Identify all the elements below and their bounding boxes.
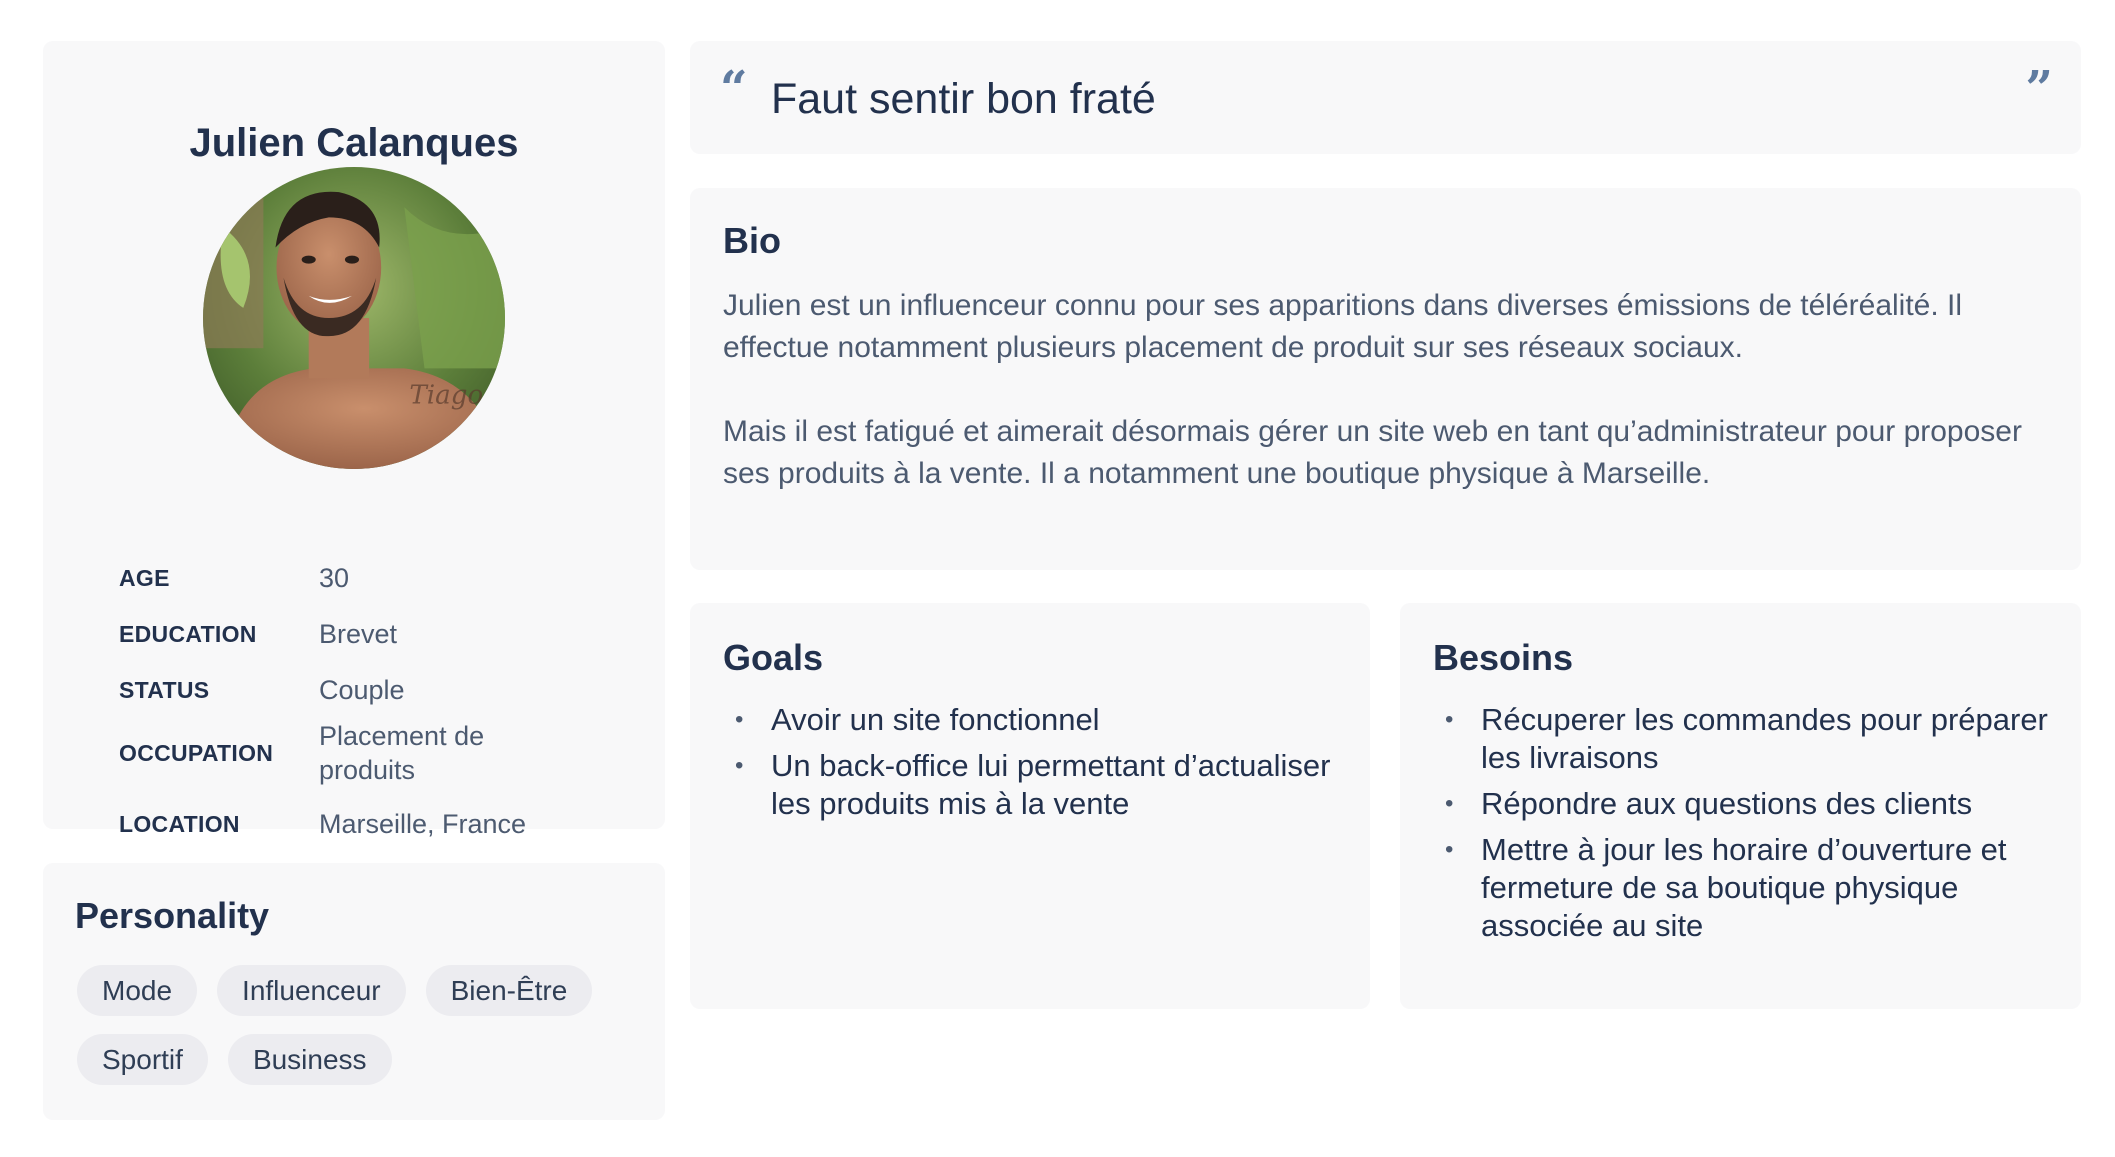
personality-card: Personality Mode Influenceur Bien-Être S… <box>43 863 665 1120</box>
bullet-icon: • <box>1445 706 1454 733</box>
personality-tag: Business <box>227 1034 392 1085</box>
bullet-icon: • <box>1445 836 1454 863</box>
info-key: EDUCATION <box>119 620 257 647</box>
bio-paragraph: Julien est un influenceur connu pour ses… <box>723 289 1963 364</box>
needs-title: Besoins <box>1433 637 1574 678</box>
info-key: AGE <box>119 564 170 591</box>
list-item-text: Avoir un site fonctionnel <box>771 702 1100 737</box>
bio-paragraph: Mais il est fatigué et aimerait désormai… <box>723 415 2022 490</box>
info-value: Marseille, France <box>319 809 527 839</box>
info-key: STATUS <box>119 676 210 703</box>
list-item-text: Mettre à jour les horaire d’ouverture et… <box>1481 832 2007 943</box>
needs-list: • Récuperer les commandes pour préparer l… <box>1445 701 2061 953</box>
info-key: OCCUPATION <box>119 739 274 766</box>
info-value: Couple <box>319 675 405 705</box>
info-key: LOCATION <box>119 810 240 837</box>
list-item: • Répondre aux questions des clients <box>1445 785 2061 823</box>
personality-tags: Mode Influenceur Bien-Être Sportif Busin… <box>77 965 637 1085</box>
bullet-icon: • <box>1445 790 1454 817</box>
quote-open-icon: “ <box>720 61 748 117</box>
profile-name: Julien Calanques <box>189 121 519 165</box>
info-row-education: EDUCATION Brevet <box>119 617 639 651</box>
bio-title: Bio <box>723 220 781 261</box>
info-value: Placement de produits <box>319 721 485 785</box>
bio-text: Julien est un influenceur connu pour ses… <box>723 285 2063 537</box>
goals-title: Goals <box>723 637 824 678</box>
quote-card: “ Faut sentir bon fraté ” <box>690 41 2081 154</box>
list-item: • Mettre à jour les horaire d’ouverture e… <box>1445 831 2061 945</box>
list-item: • Un back-office lui permettant d’actuali… <box>735 747 1350 823</box>
personality-tag: Influenceur <box>217 965 406 1016</box>
avatar: Tiago <box>203 167 505 469</box>
bullet-icon: • <box>735 752 744 779</box>
personality-tag: Mode <box>77 965 198 1016</box>
bullet-icon: • <box>735 706 744 733</box>
profile-card: Julien Calanques Tiago AGE 30 EDUCATION … <box>43 41 665 839</box>
personality-tag: Sportif <box>77 1034 208 1085</box>
list-item-text: Répondre aux questions des clients <box>1481 786 1973 821</box>
info-value: Brevet <box>319 619 398 649</box>
personality-title: Personality <box>75 895 270 936</box>
list-item: • Avoir un site fonctionnel <box>735 701 1350 739</box>
quote-text: Faut sentir bon fraté <box>771 75 1156 123</box>
bio-card: Bio Julien est un influenceur connu pour… <box>690 188 2081 570</box>
list-item-text: Un back-office lui permettant d’actualis… <box>771 748 1331 821</box>
needs-card: Besoins • Récuperer les commandes pour pr… <box>1400 603 2081 1009</box>
info-row-location: LOCATION Marseille, France <box>119 807 639 841</box>
info-row-status: STATUS Couple <box>119 673 639 707</box>
quote-close-icon: ” <box>2025 61 2053 117</box>
svg-text:Tiago: Tiago <box>409 381 483 411</box>
info-row-occupation: OCCUPATION Placement de produits <box>119 719 639 787</box>
goals-card: Goals • Avoir un site fonctionnel • Un bac… <box>690 603 1370 1009</box>
list-item: • Récuperer les commandes pour préparer l… <box>1445 701 2061 777</box>
list-item-text: Récuperer les commandes pour préparer le… <box>1481 702 2048 775</box>
personality-tag: Bien-Être <box>425 965 593 1016</box>
goals-list: • Avoir un site fonctionnel • Un back-offi… <box>735 701 1350 831</box>
info-value: 30 <box>319 563 350 593</box>
info-row-age: AGE 30 <box>119 561 639 595</box>
